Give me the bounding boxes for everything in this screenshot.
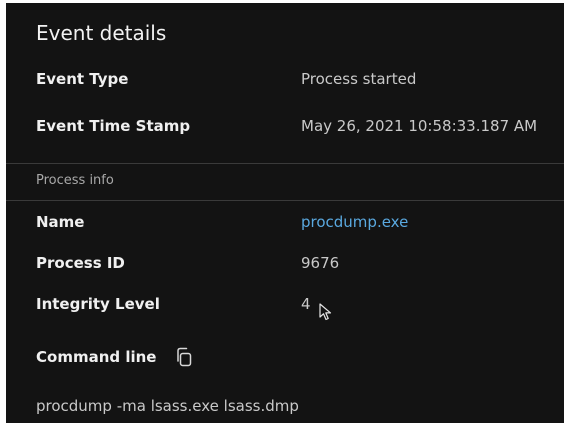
process-id-value: 9676 [301, 254, 340, 272]
command-line-label: Command line [36, 348, 157, 366]
panel-title: Event details [36, 21, 167, 45]
process-name-label: Name [36, 213, 85, 231]
event-timestamp-value: May 26, 2021 10:58:33.187 AM [301, 117, 538, 135]
process-name-link[interactable]: procdump.exe [301, 213, 408, 231]
event-details-panel: Event details Event Type Process started… [6, 3, 564, 423]
event-type-value: Process started [301, 70, 417, 88]
event-type-label: Event Type [36, 70, 129, 88]
copy-icon[interactable] [174, 346, 196, 368]
process-id-label: Process ID [36, 254, 125, 272]
integrity-level-label: Integrity Level [36, 295, 160, 313]
mouse-pointer-icon [319, 303, 332, 321]
process-info-section-label: Process info [36, 173, 114, 188]
command-line-value: procdump -ma lsass.exe lsass.dmp [36, 397, 299, 415]
integrity-level-value: 4 [301, 295, 311, 313]
process-info-section-header: Process info [6, 163, 564, 201]
event-timestamp-label: Event Time Stamp [36, 117, 191, 135]
